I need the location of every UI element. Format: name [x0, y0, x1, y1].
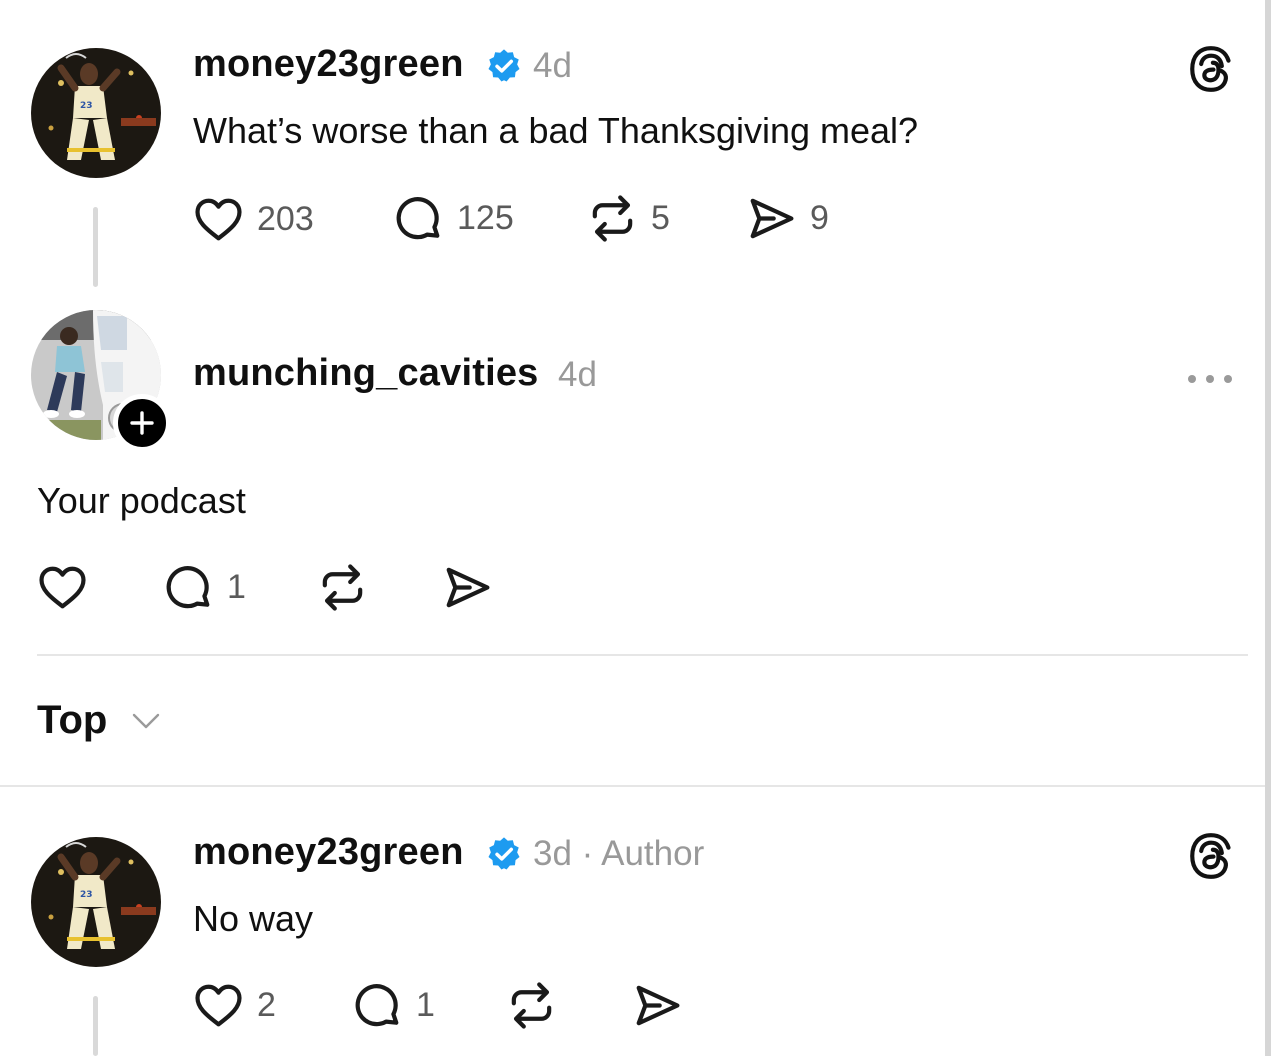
- heart-icon: [36, 561, 89, 614]
- plus-icon: [130, 411, 154, 435]
- like-button[interactable]: 2: [192, 979, 276, 1032]
- post-text: What’s worse than a bad Thanksgiving mea…: [193, 110, 919, 151]
- verified-badge-icon: [485, 835, 523, 873]
- profile-photo: [31, 837, 161, 967]
- chevron-down-icon[interactable]: [131, 711, 161, 731]
- post-username[interactable]: money23green: [193, 43, 464, 86]
- share-count: 9: [810, 199, 829, 237]
- repost-icon: [505, 979, 558, 1032]
- more-options-button[interactable]: [1186, 356, 1236, 396]
- follow-button[interactable]: [113, 394, 171, 452]
- send-icon: [441, 561, 494, 614]
- repost-button[interactable]: 5: [586, 192, 670, 245]
- threads-logo-icon[interactable]: [1186, 44, 1236, 94]
- sort-dropdown[interactable]: Top: [37, 698, 107, 743]
- share-button[interactable]: 9: [745, 192, 829, 245]
- repost-icon: [316, 561, 369, 614]
- post-username[interactable]: munching_cavities: [193, 352, 539, 395]
- reply-count: 1: [227, 568, 246, 606]
- share-button[interactable]: [441, 561, 494, 614]
- comment-icon: [162, 561, 215, 614]
- divider: [37, 654, 1248, 656]
- repost-button[interactable]: [505, 979, 558, 1032]
- avatar[interactable]: [31, 48, 161, 178]
- repost-icon: [586, 192, 639, 245]
- verified-badge-icon: [485, 47, 523, 85]
- reply-count: 125: [457, 199, 514, 237]
- like-button[interactable]: 203: [192, 193, 314, 246]
- post-text: No way: [193, 898, 314, 939]
- reply-button[interactable]: 1: [351, 979, 435, 1032]
- send-icon: [745, 192, 798, 245]
- like-count: 2: [257, 986, 276, 1024]
- scrollbar[interactable]: [1265, 0, 1271, 1056]
- heart-icon: [192, 193, 245, 246]
- like-count: 203: [257, 200, 314, 238]
- profile-photo: [31, 48, 161, 178]
- repost-button[interactable]: [316, 561, 369, 614]
- repost-count: 5: [651, 199, 670, 237]
- reply-count: 1: [416, 986, 435, 1024]
- heart-icon: [192, 979, 245, 1032]
- comment-icon: [351, 979, 404, 1032]
- send-icon: [631, 979, 684, 1032]
- reply-button[interactable]: 125: [392, 192, 514, 245]
- like-button[interactable]: [36, 561, 89, 614]
- post-timestamp: 4d: [558, 355, 597, 394]
- threads-logo-icon[interactable]: [1186, 831, 1236, 881]
- post-text: Your podcast: [37, 480, 246, 521]
- post-timestamp: 3d · Author: [533, 834, 705, 873]
- more-icon: [1188, 375, 1232, 383]
- post-timestamp: 4d: [533, 46, 572, 85]
- thread-line: [93, 207, 98, 287]
- comment-icon: [392, 192, 445, 245]
- thread-line: [93, 996, 98, 1056]
- share-button[interactable]: [631, 979, 684, 1032]
- avatar[interactable]: [31, 837, 161, 967]
- post-username[interactable]: money23green: [193, 831, 464, 874]
- divider: [0, 785, 1265, 787]
- reply-button[interactable]: 1: [162, 561, 246, 614]
